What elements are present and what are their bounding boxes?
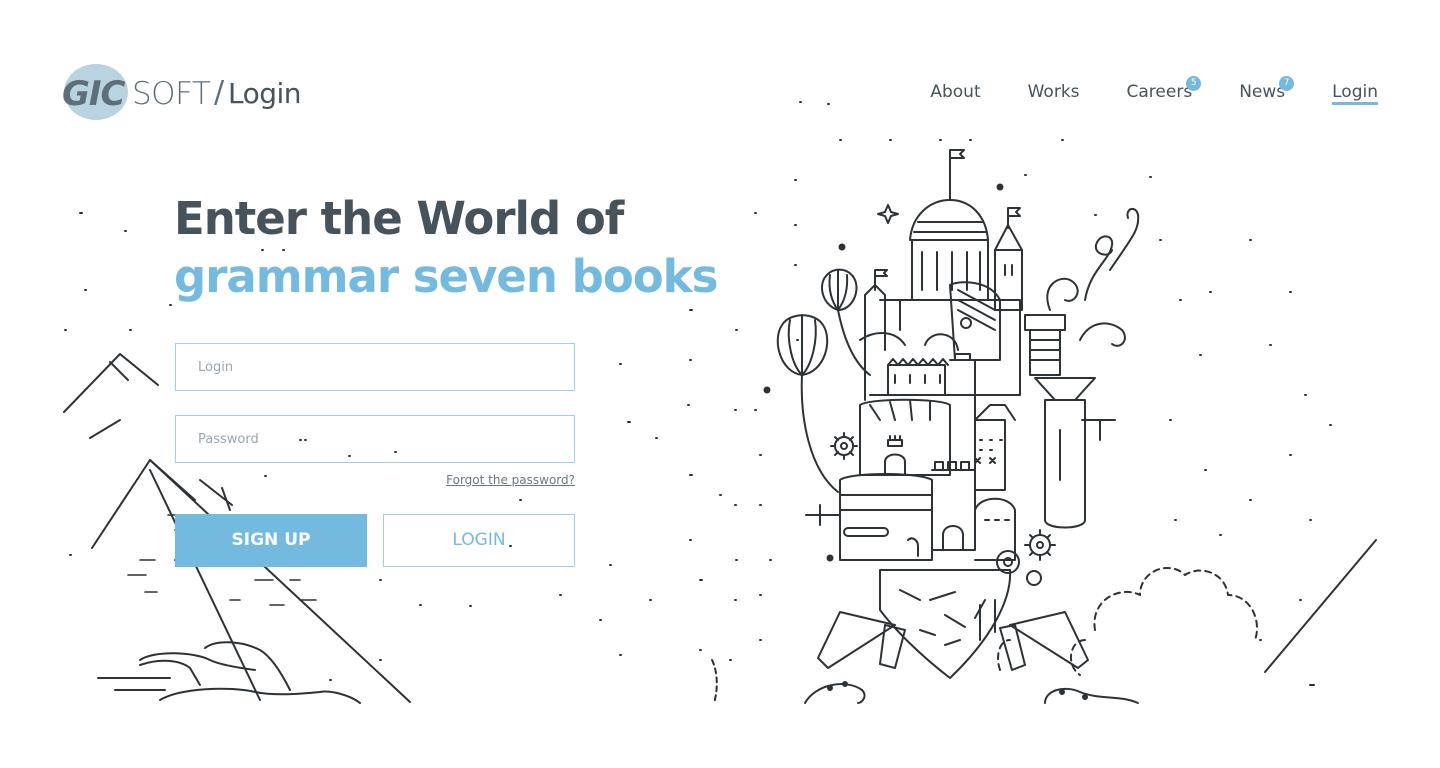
nav-item-careers[interactable]: Careers 5 <box>1080 76 1202 105</box>
star-dots-icon <box>64 101 1332 686</box>
logo-page-name: Login <box>228 77 302 110</box>
main-nav: About Works Careers 5 News 7 Login <box>930 76 1378 105</box>
nav-item-news[interactable]: News 7 <box>1192 76 1295 105</box>
nav-item-login[interactable]: Login <box>1285 82 1378 105</box>
login-field[interactable] <box>175 343 575 391</box>
floating-castle-island-icon <box>776 149 1140 679</box>
password-field[interactable] <box>175 415 575 463</box>
hero-heading-highlight: grammar seven books <box>174 250 718 303</box>
logo-separator: / <box>214 75 225 110</box>
nav-item-works[interactable]: Works <box>981 82 1080 105</box>
hero-heading: Enter the World of <box>174 192 624 245</box>
nav-item-label: About <box>930 82 981 102</box>
logo-brand-light: SOFT <box>132 76 211 112</box>
gicsoft-logo[interactable]: GIC SOFT / Login <box>62 62 322 124</box>
login-page: GIC SOFT / Login About Works Careers 5 N… <box>0 0 1440 768</box>
logo-brand-bold: GIC <box>62 74 126 114</box>
nav-item-about[interactable]: About <box>930 82 980 105</box>
nav-item-label: Careers <box>1126 82 1193 102</box>
slope-line-icon <box>1264 539 1377 673</box>
nav-item-label: Login <box>1332 82 1378 105</box>
sign-up-button[interactable]: SIGN UP <box>175 514 367 567</box>
login-button[interactable]: LOGIN <box>383 514 575 567</box>
forgot-password-link[interactable]: Forgot the password? <box>440 473 575 487</box>
nav-item-label: Works <box>1027 82 1080 102</box>
